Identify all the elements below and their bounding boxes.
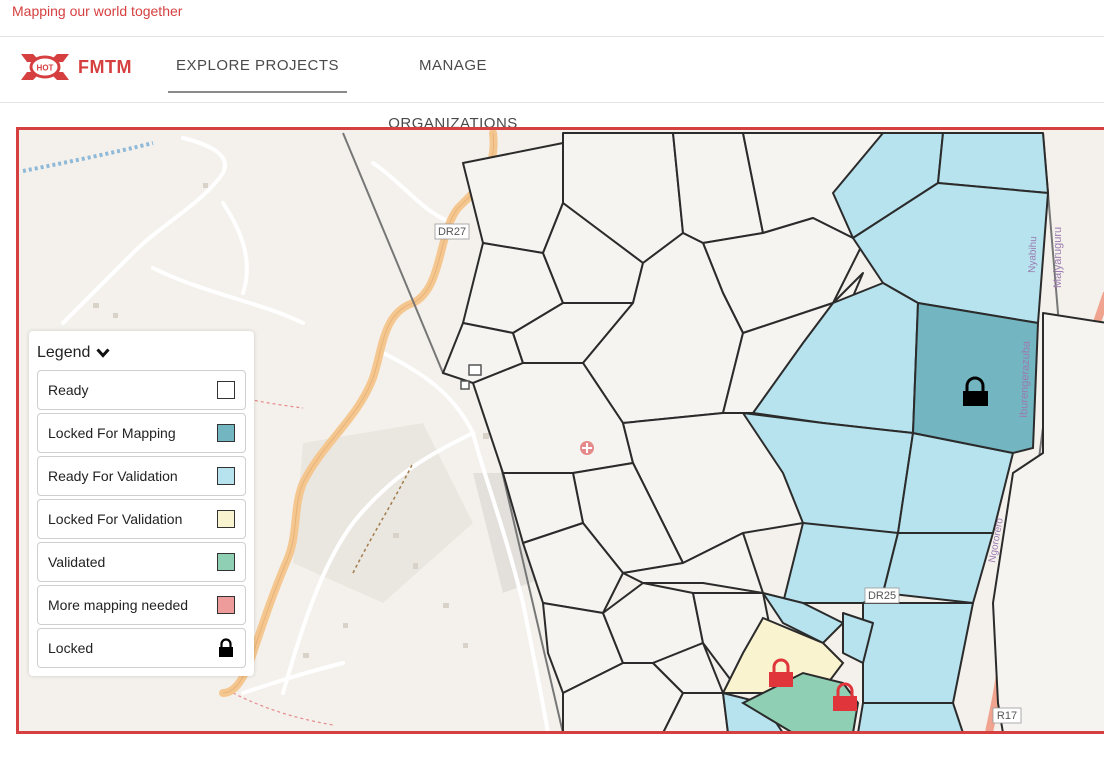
tab-manage-organizations[interactable]: MANAGE ORGANIZATIONS bbox=[355, 37, 551, 132]
color-swatch bbox=[217, 596, 235, 614]
legend-item-label: Validated bbox=[48, 554, 106, 570]
road-label-dr27: DR27 bbox=[438, 226, 466, 238]
color-swatch bbox=[217, 510, 235, 528]
chevron-down-icon bbox=[96, 348, 110, 358]
legend-item-label: Locked bbox=[48, 640, 94, 656]
road-label-r17: R17 bbox=[997, 710, 1017, 722]
logo[interactable]: HOT FMTM bbox=[19, 50, 139, 84]
legend-title: Legend bbox=[37, 344, 91, 361]
region-label-majyaruguru: Majyaruguru bbox=[1052, 227, 1064, 288]
tab-explore-projects[interactable]: EXPLORE PROJECTS bbox=[168, 37, 347, 93]
header: HOT FMTM EXPLORE PROJECTS MANAGE ORGANIZ… bbox=[0, 37, 1104, 132]
color-swatch bbox=[217, 553, 235, 571]
logo-badge: HOT bbox=[37, 64, 54, 73]
legend-item-ready: Ready bbox=[37, 370, 246, 410]
color-swatch bbox=[217, 424, 235, 442]
hot-logo-icon: HOT bbox=[21, 54, 69, 80]
legend-item-label: More mapping needed bbox=[48, 597, 189, 613]
legend-item-label: Ready bbox=[48, 382, 89, 398]
region-label-nyabihu: Nyabihu bbox=[1027, 236, 1039, 273]
legend-item-validated: Validated bbox=[37, 542, 246, 582]
legend-toggle[interactable]: Legend bbox=[37, 344, 110, 362]
tagline: Mapping our world together bbox=[12, 3, 183, 19]
map-legend: Legend Ready Locked For Mapping Ready Fo… bbox=[29, 331, 254, 676]
legend-item-ready-for-validation: Ready For Validation bbox=[37, 456, 246, 496]
legend-item-locked-for-mapping: Locked For Mapping bbox=[37, 413, 246, 453]
legend-item-label: Locked For Mapping bbox=[48, 425, 176, 441]
color-swatch bbox=[217, 381, 235, 399]
logo-text: FMTM bbox=[78, 57, 132, 77]
legend-item-more-mapping-needed: More mapping needed bbox=[37, 585, 246, 625]
legend-item-label: Locked For Validation bbox=[48, 511, 183, 527]
road-label-dr25: DR25 bbox=[868, 590, 896, 602]
lock-icon bbox=[219, 638, 233, 657]
legend-item-locked: Locked bbox=[37, 628, 246, 668]
tagline-bar: Mapping our world together bbox=[0, 0, 1104, 37]
legend-item-locked-for-validation: Locked For Validation bbox=[37, 499, 246, 539]
color-swatch bbox=[217, 467, 235, 485]
legend-item-label: Ready For Validation bbox=[48, 468, 178, 484]
